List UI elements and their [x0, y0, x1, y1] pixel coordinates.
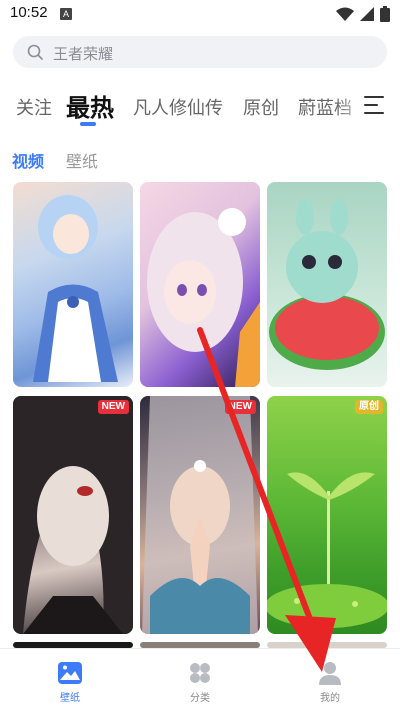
search-bar[interactable]: 王者荣耀: [13, 36, 387, 68]
original-badge: 原创: [355, 400, 383, 414]
status-indicators: [336, 6, 390, 22]
wallpaper-card[interactable]: NEW: [140, 396, 260, 634]
anime-girl-red-eyes-illustration: [13, 396, 133, 634]
menu-icon[interactable]: [364, 96, 386, 114]
wallpaper-icon: [58, 662, 82, 684]
anime-girl-illustration: [147, 208, 260, 387]
wallpaper-card[interactable]: NEW: [13, 396, 133, 634]
nav-category-label: 分类: [190, 693, 210, 704]
wallpaper-card[interactable]: [140, 182, 260, 387]
battery-icon: [380, 6, 390, 22]
tab-original[interactable]: 原创: [243, 94, 279, 120]
status-bar: 10:52 A: [0, 0, 400, 28]
subtab-wallpaper[interactable]: 壁纸: [66, 148, 98, 172]
subtab-video[interactable]: 视频: [12, 148, 44, 172]
anime-praying-girl-illustration: [142, 396, 258, 634]
watermelon-plush-illustration: [269, 199, 385, 370]
nav-profile-label: 我的: [320, 693, 340, 704]
tab-hottest[interactable]: 最热: [66, 88, 114, 123]
wifi-icon: [336, 7, 354, 21]
anime-maid-illustration: [33, 195, 118, 382]
bottom-navigation: 壁纸 分类 我的: [0, 648, 400, 710]
sprout-illustration: [267, 472, 387, 628]
nav-wallpaper[interactable]: 壁纸: [40, 661, 100, 707]
new-badge: NEW: [224, 400, 256, 414]
category-icon: [190, 663, 210, 683]
tab-follow[interactable]: 关注: [16, 94, 52, 120]
search-icon: [27, 44, 43, 60]
active-tab-indicator: [80, 122, 96, 126]
status-time: 10:52: [10, 4, 48, 21]
nav-wallpaper-label: 壁纸: [60, 693, 80, 704]
signal-icon: [360, 7, 374, 21]
wallpaper-card[interactable]: [13, 182, 133, 387]
category-tabs: 关注 最热 凡人修仙传 原创 蔚蓝档: [0, 86, 400, 126]
notification-a-icon: A: [60, 8, 72, 20]
search-placeholder: 王者荣耀: [53, 45, 114, 63]
nav-category[interactable]: 分类: [170, 661, 230, 707]
wallpaper-card[interactable]: [267, 182, 387, 387]
tab-mortal-cultivation[interactable]: 凡人修仙传: [133, 94, 223, 120]
wallpaper-card[interactable]: 原创: [267, 396, 387, 634]
new-badge: NEW: [97, 400, 129, 414]
profile-icon: [319, 662, 341, 685]
nav-profile[interactable]: 我的: [300, 661, 360, 707]
